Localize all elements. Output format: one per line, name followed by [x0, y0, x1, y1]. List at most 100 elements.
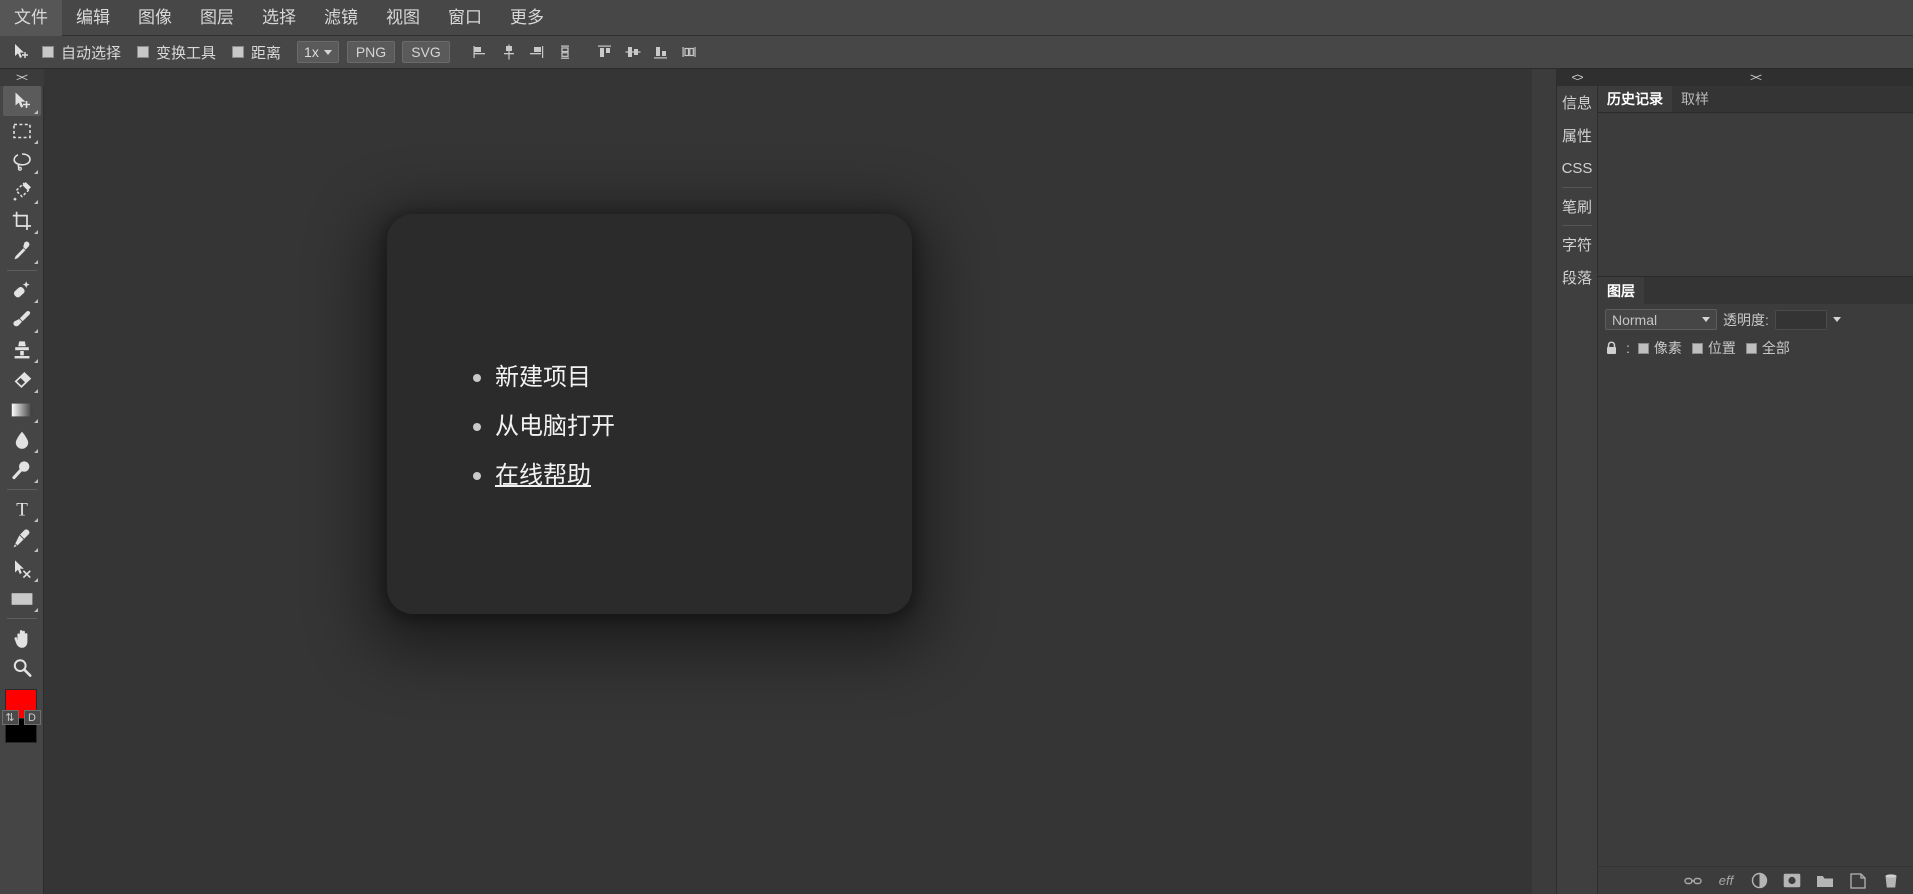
align-center-horizontal-icon[interactable] — [497, 40, 521, 64]
blend-mode-select[interactable]: Normal — [1605, 309, 1717, 330]
tool-flyout-indicator-icon[interactable] — [33, 170, 38, 174]
delete-layer-icon[interactable] — [1881, 871, 1901, 891]
tab-history[interactable]: 历史记录 — [1598, 86, 1672, 112]
start-new-project[interactable]: 新建项目 — [473, 362, 615, 393]
checkbox-icon[interactable] — [232, 46, 245, 58]
start-open-from-computer[interactable]: 从电脑打开 — [473, 411, 615, 442]
checkbox-icon[interactable] — [1637, 342, 1649, 354]
quick-selection-tool[interactable] — [3, 176, 41, 206]
move-tool[interactable] — [2, 86, 41, 116]
align-top-icon[interactable] — [593, 40, 617, 64]
tool-flyout-indicator-icon[interactable] — [33, 479, 38, 483]
history-panel-body[interactable] — [1598, 113, 1913, 277]
menu-image[interactable]: 图像 — [124, 0, 186, 36]
hand-tool[interactable] — [3, 623, 41, 653]
align-left-icon[interactable] — [469, 40, 493, 64]
menu-more[interactable]: 更多 — [496, 0, 558, 36]
gradient-tool[interactable] — [3, 395, 41, 425]
pen-tool[interactable] — [3, 524, 41, 554]
tool-flyout-indicator-icon[interactable] — [33, 299, 38, 303]
swap-colors-icon[interactable]: ⇅ — [1, 710, 19, 725]
tab-layers[interactable]: 图层 — [1598, 277, 1644, 304]
export-svg-button[interactable]: SVG — [402, 41, 450, 63]
zoom-level-select[interactable]: 1x — [297, 41, 339, 63]
healing-brush-tool[interactable] — [3, 275, 41, 305]
link-layers-icon[interactable] — [1683, 871, 1703, 891]
align-middle-icon[interactable] — [621, 40, 645, 64]
new-layer-icon[interactable] — [1848, 871, 1868, 891]
tool-flyout-indicator-icon[interactable] — [33, 329, 38, 333]
align-right-icon[interactable] — [525, 40, 549, 64]
tool-flyout-indicator-icon[interactable] — [33, 230, 38, 234]
menu-layer[interactable]: 图层 — [186, 0, 248, 36]
brush-tool[interactable] — [3, 305, 41, 335]
zoom-tool[interactable] — [3, 653, 41, 683]
type-tool[interactable]: T — [3, 494, 41, 524]
start-new-project-label[interactable]: 新建项目 — [495, 362, 591, 393]
option-checkbox-1[interactable]: 自动选择 — [42, 42, 121, 63]
layers-list[interactable] — [1598, 360, 1913, 866]
crop-tool[interactable] — [3, 206, 41, 236]
marquee-tool[interactable] — [3, 116, 41, 146]
checkbox-icon[interactable] — [42, 46, 54, 58]
checkbox-icon[interactable] — [1745, 342, 1757, 354]
dodge-tool[interactable] — [3, 455, 41, 485]
tab-swatches[interactable]: 取样 — [1672, 86, 1718, 112]
opacity-input[interactable] — [1774, 309, 1827, 330]
shape-tool[interactable] — [3, 584, 41, 614]
menu-view[interactable]: 视图 — [372, 0, 434, 36]
tool-flyout-indicator-icon[interactable] — [33, 419, 38, 423]
tool-flyout-indicator-icon[interactable] — [33, 578, 38, 582]
option-checkbox-3[interactable]: 距离 — [232, 42, 281, 63]
tool-flyout-indicator-icon[interactable] — [33, 200, 38, 204]
menu-edit[interactable]: 编辑 — [62, 0, 124, 36]
menu-filter[interactable]: 滤镜 — [310, 0, 372, 36]
tool-flyout-indicator-icon[interactable] — [33, 140, 38, 144]
default-colors-icon[interactable]: D — [23, 710, 41, 725]
opacity-chevron-down-icon[interactable] — [1832, 317, 1841, 322]
lasso-tool[interactable] — [3, 146, 41, 176]
tool-flyout-indicator-icon[interactable] — [33, 359, 38, 363]
start-open-from-computer-label[interactable]: 从电脑打开 — [495, 411, 615, 442]
eyedropper-tool[interactable] — [3, 236, 41, 266]
new-group-icon[interactable] — [1815, 871, 1835, 891]
lock-all[interactable]: 全部 — [1745, 338, 1790, 358]
align-bottom-icon[interactable] — [649, 40, 673, 64]
path-selection-tool[interactable] — [3, 554, 41, 584]
checkbox-icon[interactable] — [137, 46, 150, 58]
start-online-help[interactable]: 在线帮助 — [473, 460, 615, 491]
tool-flyout-indicator-icon[interactable] — [33, 518, 38, 522]
vtab-css[interactable]: CSS — [1557, 152, 1597, 185]
right-panel-collapse-button[interactable]: >< — [1598, 69, 1913, 86]
eraser-tool[interactable] — [3, 365, 41, 395]
tool-flyout-indicator-icon[interactable] — [33, 389, 38, 393]
vtab-character[interactable]: 字符 — [1557, 228, 1597, 261]
menu-file[interactable]: 文件 — [0, 0, 62, 36]
menu-window[interactable]: 窗口 — [434, 0, 496, 36]
tool-flyout-indicator-icon[interactable] — [33, 608, 38, 612]
export-png-button[interactable]: PNG — [346, 41, 396, 63]
lock-pixels[interactable]: 像素 — [1637, 338, 1682, 358]
adjustment-layer-icon[interactable] — [1749, 871, 1769, 891]
start-online-help-label[interactable]: 在线帮助 — [495, 460, 591, 491]
tool-flyout-indicator-icon[interactable] — [33, 110, 38, 114]
vtab-brush[interactable]: 笔刷 — [1557, 190, 1597, 223]
option-checkbox-2[interactable]: 变换工具 — [137, 42, 216, 63]
distribute-vertical-icon[interactable] — [553, 40, 577, 64]
tool-flyout-indicator-icon[interactable] — [33, 260, 38, 264]
color-swatches[interactable]: ⇅ D — [1, 689, 42, 743]
vtab-info[interactable]: 信息 — [1557, 86, 1597, 119]
toolbar-collapse-button[interactable]: >< — [0, 69, 44, 86]
distribute-horizontal-icon[interactable] — [677, 40, 701, 64]
lock-position[interactable]: 位置 — [1691, 338, 1736, 358]
checkbox-icon[interactable] — [1691, 342, 1703, 354]
tool-flyout-indicator-icon[interactable] — [33, 449, 38, 453]
layer-mask-icon[interactable] — [1782, 871, 1802, 891]
blur-tool[interactable] — [3, 425, 41, 455]
tool-flyout-indicator-icon[interactable] — [33, 548, 38, 552]
vtab-paragraph[interactable]: 段落 — [1557, 261, 1597, 294]
canvas-area[interactable]: 新建项目从电脑打开在线帮助 — [44, 69, 1532, 894]
vtab-properties[interactable]: 属性 — [1557, 119, 1597, 152]
menu-select[interactable]: 选择 — [248, 0, 310, 36]
clone-stamp-tool[interactable] — [3, 335, 41, 365]
